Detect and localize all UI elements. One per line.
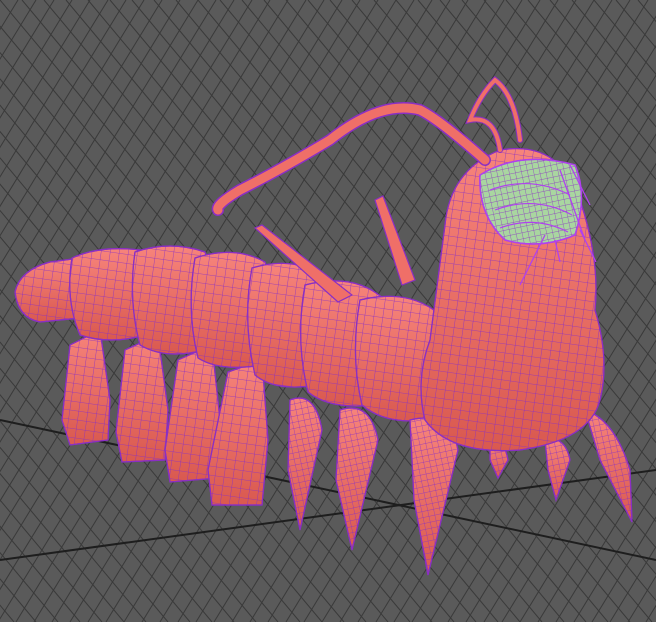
3d-viewport[interactable] [0,0,656,622]
